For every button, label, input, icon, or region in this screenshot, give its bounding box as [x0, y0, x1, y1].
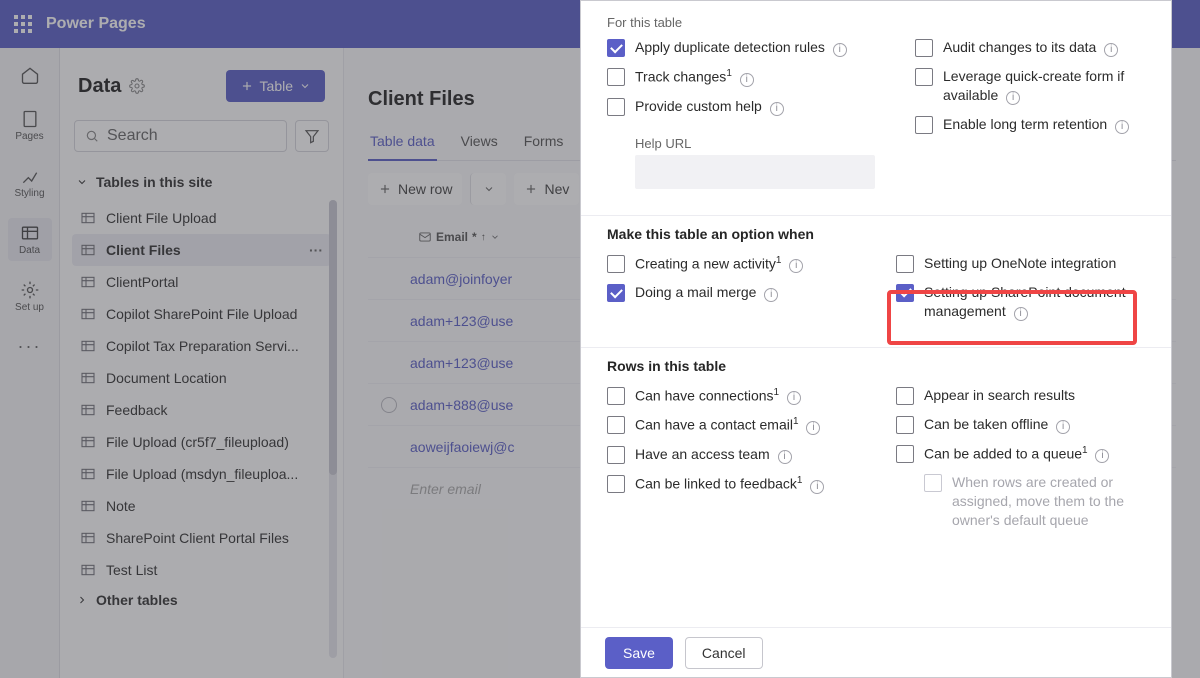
checkbox-queue-default: When rows are created or assigned, move … — [924, 473, 1145, 530]
info-icon[interactable]: i — [1095, 449, 1109, 463]
info-icon[interactable]: i — [740, 73, 754, 87]
info-icon[interactable]: i — [778, 450, 792, 464]
checkbox-provide-custom-help[interactable]: Provide custom help i — [607, 97, 875, 116]
info-icon[interactable]: i — [1104, 43, 1118, 57]
checkbox-long-term-retention[interactable]: Enable long term retention i — [915, 115, 1145, 134]
info-icon[interactable]: i — [1014, 307, 1028, 321]
info-icon[interactable]: i — [787, 391, 801, 405]
info-icon[interactable]: i — [1006, 91, 1020, 105]
checkbox-connections[interactable]: Can have connections1 i — [607, 386, 856, 406]
checkbox-added-to-queue[interactable]: Can be added to a queue1 i — [896, 444, 1145, 464]
checkbox-offline[interactable]: Can be taken offline i — [896, 415, 1145, 434]
checkbox-audit-changes[interactable]: Audit changes to its data i — [915, 38, 1145, 57]
checkbox-creating-activity[interactable]: Creating a new activity1 i — [607, 254, 856, 274]
info-icon[interactable]: i — [1056, 420, 1070, 434]
cancel-button[interactable]: Cancel — [685, 637, 763, 669]
checkbox-leverage-quick-create[interactable]: Leverage quick-create form if available … — [915, 67, 1145, 105]
checkbox-onenote[interactable]: Setting up OneNote integration — [896, 254, 1145, 273]
checkbox-apply-duplicate-rules[interactable]: Apply duplicate detection rules i — [607, 38, 875, 57]
info-icon[interactable]: i — [806, 421, 820, 435]
section-header: Rows in this table — [607, 358, 1145, 374]
table-properties-modal: For this table Apply duplicate detection… — [580, 0, 1172, 678]
info-icon[interactable]: i — [833, 43, 847, 57]
checkbox-mail-merge[interactable]: Doing a mail merge i — [607, 283, 856, 302]
checkbox-linked-to-feedback[interactable]: Can be linked to feedback1 i — [607, 474, 856, 494]
info-icon[interactable]: i — [810, 480, 824, 494]
info-icon[interactable]: i — [764, 288, 778, 302]
checkbox-track-changes[interactable]: Track changes1 i — [607, 67, 875, 87]
save-button[interactable]: Save — [605, 637, 673, 669]
section-header: Make this table an option when — [607, 226, 1145, 242]
checkbox-access-team[interactable]: Have an access team i — [607, 445, 856, 464]
info-icon[interactable]: i — [789, 259, 803, 273]
section-header: For this table — [607, 15, 1145, 30]
info-icon[interactable]: i — [1115, 120, 1129, 134]
checkbox-sharepoint-document-management[interactable]: Setting up SharePoint document managemen… — [896, 283, 1145, 321]
info-icon[interactable]: i — [770, 102, 784, 116]
checkbox-contact-email[interactable]: Can have a contact email1 i — [607, 415, 856, 435]
help-url-input[interactable] — [635, 155, 875, 189]
help-url-label: Help URL — [635, 136, 875, 151]
checkbox-search-results[interactable]: Appear in search results — [896, 386, 1145, 405]
